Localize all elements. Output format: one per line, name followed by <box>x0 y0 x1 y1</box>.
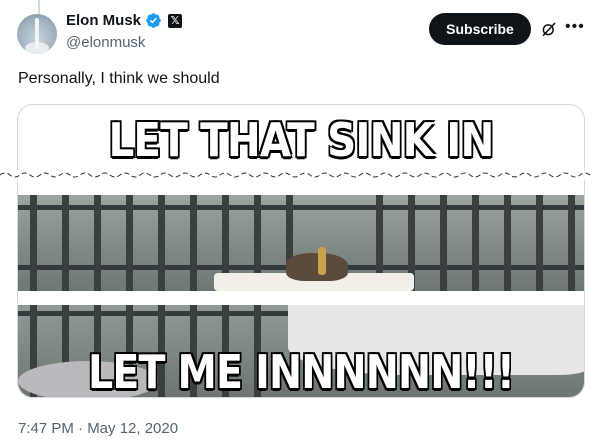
author-name-row: Elon Musk 𝕏 <box>66 12 183 29</box>
x-logo-icon[interactable]: 𝕏 <box>168 13 183 28</box>
avatar-rocket <box>35 18 39 48</box>
avatar[interactable] <box>17 14 57 54</box>
tweet-text: Personally, I think we should <box>18 70 220 87</box>
media-card[interactable]: LET THAT SINK IN LET ME INNNNNN!!! <box>17 104 585 398</box>
grok-icon[interactable] <box>540 20 558 38</box>
gif-frame-top: LET THAT SINK IN <box>18 105 584 165</box>
screenshot-tear-top <box>0 170 593 180</box>
more-icon[interactable]: ••• <box>565 18 585 36</box>
subscribe-button[interactable]: Subscribe <box>429 13 531 45</box>
tweet-timestamp[interactable]: 7:47 PM · May 12, 2020 <box>18 420 178 437</box>
gif-caption-top: LET THAT SINK IN <box>108 113 495 165</box>
faucet <box>318 247 326 275</box>
thread-connector-line <box>38 0 40 14</box>
gif-frame-bottom: LET ME INNNNNN!!! <box>18 305 584 397</box>
author-handle[interactable]: @elonmusk <box>66 34 145 51</box>
gif-caption-bottom: LET ME INNNNNN!!! <box>87 345 515 397</box>
verified-badge-icon[interactable] <box>145 12 162 29</box>
gif-frame-middle <box>18 195 584 291</box>
author-name[interactable]: Elon Musk <box>66 12 141 29</box>
cat <box>286 253 348 281</box>
